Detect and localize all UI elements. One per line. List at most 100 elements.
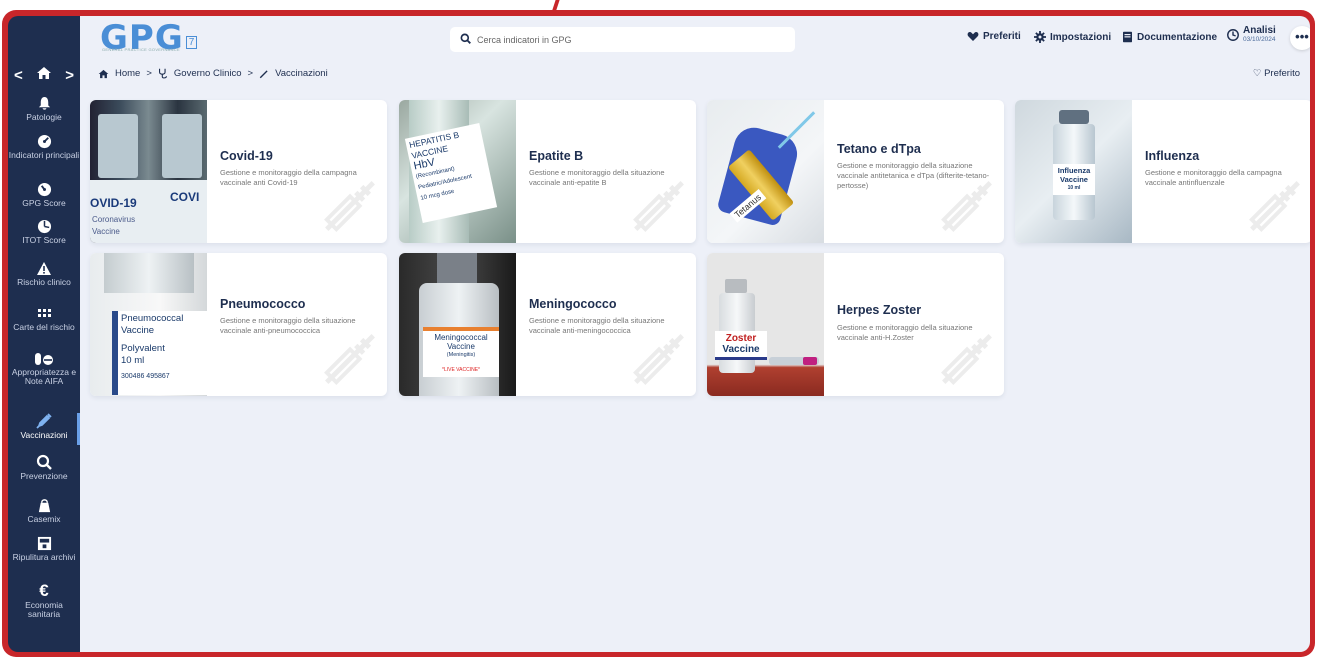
sidebar-nav: < > xyxy=(8,66,80,84)
syringe-watermark-icon xyxy=(633,181,684,232)
image-text: Vaccine xyxy=(92,227,120,236)
image-text: Vaccine xyxy=(121,325,155,336)
image-text: 10 ml xyxy=(1067,185,1081,191)
search-icon xyxy=(36,454,52,470)
syringe-icon xyxy=(259,69,268,78)
syringe-watermark-icon xyxy=(941,334,992,385)
card-influenza[interactable]: Influenza Vaccine 10 ml Influenza Gestio… xyxy=(1015,100,1310,243)
card-covid-19[interactable]: OVID-19 COVI Coronavirus Vaccine Covid-1… xyxy=(90,100,387,243)
covid-vaccine-image: OVID-19 COVI Coronavirus Vaccine xyxy=(90,100,207,243)
logo-subtitle: GENERAL PRACTICE GOVERNANCE xyxy=(102,47,180,52)
search-input[interactable]: Cerca indicatori in GPG xyxy=(450,27,795,52)
hepatitis-vaccine-image: HEPATITIS B VACCINE HbV (Recombinant) Pe… xyxy=(399,100,516,243)
image-text: *LIVE VACCINE* xyxy=(442,367,480,373)
back-arrow-icon[interactable]: < xyxy=(14,67,23,84)
stethoscope-icon xyxy=(158,68,167,79)
image-text: 300486 495867 xyxy=(121,373,170,380)
sidebar-item-gpg-score[interactable]: GPG Score xyxy=(8,182,80,208)
favorite-label: Preferito xyxy=(1264,68,1300,79)
sidebar-item-prevenzione[interactable]: Prevenzione xyxy=(8,454,80,481)
card-title: Tetano e dTpa xyxy=(837,142,921,156)
card-epatite-b[interactable]: HEPATITIS B VACCINE HbV (Recombinant) Pe… xyxy=(399,100,696,243)
image-text: COVI xyxy=(170,190,200,204)
image-text: Influenza xyxy=(1057,166,1091,175)
syringe-watermark-icon xyxy=(633,334,684,385)
image-text: 10 ml xyxy=(121,355,145,366)
bell-icon xyxy=(38,96,50,110)
card-herpes-zoster[interactable]: Zoster Vaccine Herpes Zoster Gestione e … xyxy=(707,253,1004,396)
sidebar-item-label: Economia sanitaria xyxy=(25,600,63,619)
tetanus-vaccine-image: Tetanus xyxy=(707,100,824,243)
search-icon xyxy=(460,33,471,47)
syringe-watermark-icon xyxy=(941,181,992,232)
sidebar-item-label: Ripulitura archivi xyxy=(12,552,76,562)
pills-icon xyxy=(35,353,53,365)
sidebar-item-itot-score[interactable]: ITOT Score xyxy=(8,219,80,245)
image-text: Vaccine xyxy=(447,342,475,351)
sidebar-item-casemix[interactable]: Casemix xyxy=(8,498,80,524)
more-menu-button[interactable]: ••• xyxy=(1290,26,1310,50)
main-content: GPG 7 GENERAL PRACTICE GOVERNANCE Cerca … xyxy=(80,16,1310,652)
card-title: Herpes Zoster xyxy=(837,303,922,317)
home-icon[interactable] xyxy=(36,66,52,84)
sidebar-item-label: Vaccinazioni xyxy=(20,430,68,440)
card-title: Epatite B xyxy=(529,149,584,163)
card-tetano-dtpa[interactable]: Tetanus Tetano e dTpa Gestione e monitor… xyxy=(707,100,1004,243)
sidebar-item-label: Carte del rischio xyxy=(13,322,75,332)
sidebar-item-ripulitura[interactable]: Ripulitura archivi xyxy=(8,536,80,562)
image-text: Vaccine xyxy=(722,344,760,355)
documentazione-button[interactable]: Documentazione xyxy=(1122,31,1217,43)
pneumococcal-vaccine-image: Pneumococcal Vaccine Polyvalent 10 ml 30… xyxy=(90,253,212,396)
image-text: Polyvalent xyxy=(121,343,165,354)
sidebar-item-rischio-clinico[interactable]: Rischio clinico xyxy=(8,261,80,287)
card-title: Covid-19 xyxy=(220,149,273,163)
sidebar-item-label: Patologie xyxy=(26,112,62,122)
preferiti-button[interactable]: Preferiti xyxy=(967,31,1021,42)
image-text: OVID-19 xyxy=(90,196,137,210)
breadcrumb: Home > Governo Clinico > Vaccinazioni xyxy=(98,68,328,79)
score-dial-icon xyxy=(37,182,51,197)
breadcrumb-governo-clinico[interactable]: Governo Clinico xyxy=(174,68,242,79)
analisi-button[interactable]: Analisi 03/10/2024 xyxy=(1226,26,1276,44)
image-text: Pneumococcal xyxy=(121,313,184,324)
heart-outline-icon: ♡ xyxy=(1252,68,1262,79)
syringe-icon xyxy=(36,413,52,429)
image-text: Coronavirus xyxy=(92,215,136,224)
breadcrumb-separator: > xyxy=(247,68,254,79)
gear-icon xyxy=(1034,31,1046,43)
logo-badge: 7 xyxy=(185,36,198,49)
sidebar-item-vaccinazioni[interactable]: Vaccinazioni xyxy=(8,413,80,440)
sidebar-item-economia[interactable]: € Economia sanitaria xyxy=(8,581,80,619)
euro-icon: € xyxy=(39,581,49,600)
card-title: Influenza xyxy=(1145,149,1200,163)
breadcrumb-separator: > xyxy=(146,68,152,79)
syringe-watermark-icon xyxy=(1249,181,1300,232)
forward-arrow-icon[interactable]: > xyxy=(65,67,74,84)
sidebar-item-label: GPG Score xyxy=(22,198,66,208)
pie-dial-icon xyxy=(37,219,51,234)
analisi-label: Analisi xyxy=(1243,25,1276,36)
sidebar-item-patologie[interactable]: Patologie xyxy=(8,96,80,122)
gpg-logo[interactable]: GPG 7 GENERAL PRACTICE GOVERNANCE xyxy=(100,21,198,55)
card-pneumococco[interactable]: Pneumococcal Vaccine Polyvalent 10 ml 30… xyxy=(90,253,387,396)
bag-icon xyxy=(38,499,50,513)
favorite-button[interactable]: ♡ Preferito xyxy=(1253,68,1300,79)
sidebar-item-carte-rischio[interactable]: Carte del rischio xyxy=(8,308,80,332)
card-title: Pneumococco xyxy=(220,297,306,311)
breadcrumb-home[interactable]: Home xyxy=(115,68,140,79)
warning-icon xyxy=(37,262,51,275)
sidebar-item-indicatori[interactable]: Indicatori principali xyxy=(8,134,80,160)
documentazione-label: Documentazione xyxy=(1137,31,1218,43)
impostazioni-button[interactable]: Impostazioni xyxy=(1034,31,1111,43)
impostazioni-label: Impostazioni xyxy=(1050,31,1112,43)
image-text: Vaccine xyxy=(1060,175,1088,184)
image-text: (Meningitis) xyxy=(446,352,476,358)
sidebar-item-label: Prevenzione xyxy=(20,471,68,481)
image-text: Meningococcal xyxy=(434,333,488,342)
sidebar-item-label: ITOT Score xyxy=(22,235,66,245)
influenza-vaccine-image: Influenza Vaccine 10 ml xyxy=(1015,100,1132,243)
sidebar: < > Patologie Indicatori principali GPG … xyxy=(8,16,80,652)
sidebar-item-label: Appropriatezza e Note AIFA xyxy=(11,367,77,386)
card-meningococco[interactable]: Meningococcal Vaccine (Meningitis) *LIVE… xyxy=(399,253,696,396)
sidebar-item-appropriatezza[interactable]: Appropriatezza e Note AIFA xyxy=(8,352,80,386)
